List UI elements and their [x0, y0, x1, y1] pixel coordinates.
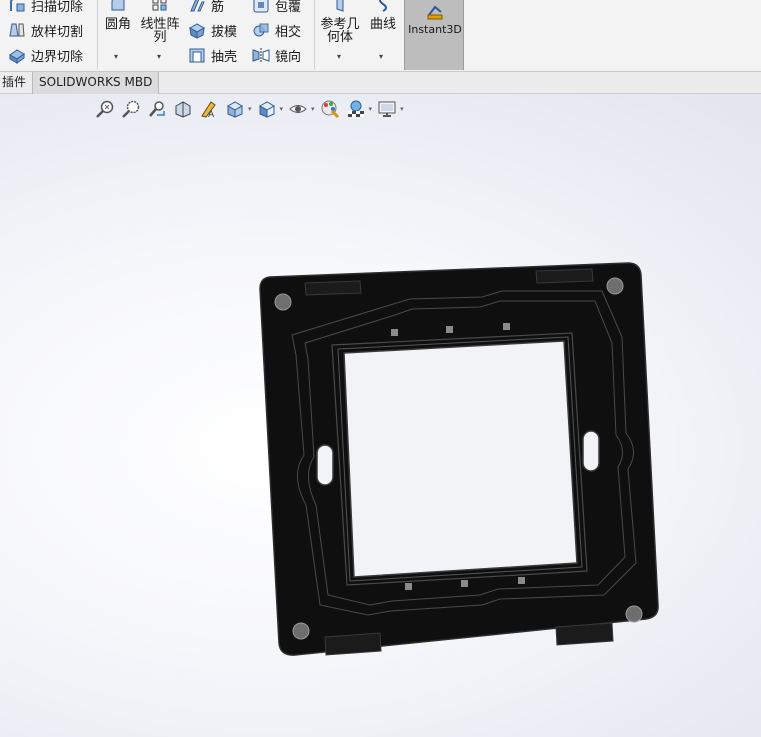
boundary-cut-label: 边界切除 [31, 49, 84, 65]
loft-cut-icon [8, 21, 26, 39]
previous-view-icon[interactable] [146, 98, 168, 120]
command-manager-ribbon: 扫描切除 放样切割 边界切除 圆角 ▾ 线性阵 列 ▾ 筋 拔模 抽壳 包覆 相… [0, 0, 761, 72]
mirror-button[interactable]: 镜向 [252, 44, 301, 66]
frame-body [259, 262, 659, 656]
curves-button[interactable]: 曲线 [366, 0, 400, 31]
view-settings-caret[interactable]: ▾ [400, 105, 404, 113]
draft-icon [188, 21, 206, 39]
curves-label: 曲线 [369, 17, 396, 32]
tab-add-ins[interactable]: 插件 [0, 72, 34, 94]
svg-text:A: A [208, 110, 215, 119]
draft-button[interactable]: 拔模 [188, 19, 237, 41]
zoom-to-fit-icon[interactable] [94, 98, 116, 120]
rib-label: 筋 [211, 0, 225, 15]
reference-geometry-label-line2: 何体 [326, 30, 353, 45]
instant3d-label: Instant3D [408, 23, 462, 36]
ribbon-separator [97, 0, 98, 70]
shell-icon [188, 46, 206, 64]
apply-scene-caret[interactable]: ▾ [369, 105, 373, 113]
sweep-cut-button[interactable]: 扫描切除 [8, 0, 83, 16]
draft-label: 拔模 [211, 24, 238, 40]
tab-solidworks-mbd[interactable]: SOLIDWORKS MBD [32, 72, 160, 94]
edit-appearance-icon[interactable] [319, 98, 341, 120]
loft-cut-button[interactable]: 放样切割 [8, 19, 83, 41]
wrap-label: 包覆 [275, 0, 302, 15]
rib-icon [188, 0, 206, 14]
display-style-caret[interactable]: ▾ [280, 105, 284, 113]
intersect-button[interactable]: 相交 [252, 19, 301, 41]
linear-pattern-icon [151, 0, 169, 12]
display-style-icon[interactable] [256, 98, 278, 120]
linear-pattern-label-line2: 列 [153, 30, 167, 45]
reference-geometry-dropdown-caret[interactable]: ▾ [337, 52, 341, 61]
part-model[interactable] [250, 255, 665, 665]
fillet-dropdown-caret[interactable]: ▾ [114, 52, 118, 61]
mirror-label: 镜向 [275, 49, 302, 65]
view-settings-icon[interactable] [376, 98, 398, 120]
sweep-cut-icon [8, 0, 26, 14]
zoom-to-area-icon[interactable] [120, 98, 142, 120]
intersect-icon [252, 21, 270, 39]
linear-pattern-button[interactable]: 线性阵 列 [138, 0, 182, 44]
command-manager-tabs: 插件 SOLIDWORKS MBD [0, 72, 761, 94]
wrap-button[interactable]: 包覆 [252, 0, 301, 16]
curves-dropdown-caret[interactable]: ▾ [379, 52, 383, 61]
sweep-cut-label: 扫描切除 [31, 0, 84, 15]
curves-icon [374, 0, 392, 12]
apply-scene-icon[interactable] [345, 98, 367, 120]
view-orientation-icon[interactable] [224, 98, 246, 120]
heads-up-view-toolbar: A ▾ ▾ ▾ ▾ ▾ [94, 98, 408, 120]
rib-button[interactable]: 筋 [188, 0, 224, 16]
reference-geometry-icon [331, 0, 349, 12]
hide-show-items-caret[interactable]: ▾ [311, 105, 315, 113]
instant3d-button[interactable]: Instant3D [404, 0, 464, 70]
intersect-label: 相交 [275, 24, 302, 40]
fillet-icon [109, 0, 127, 12]
view-orientation-caret[interactable]: ▾ [248, 105, 252, 113]
hide-show-items-icon[interactable] [287, 98, 309, 120]
fillet-button[interactable]: 圆角 [102, 0, 134, 31]
ribbon-separator [314, 0, 315, 70]
boundary-cut-button[interactable]: 边界切除 [8, 44, 83, 66]
linear-pattern-dropdown-caret[interactable]: ▾ [157, 52, 161, 61]
fillet-label: 圆角 [104, 17, 131, 32]
shell-label: 抽壳 [211, 49, 238, 65]
dynamic-annotation-icon[interactable]: A [198, 98, 220, 120]
boundary-cut-icon [8, 46, 26, 64]
loft-cut-label: 放样切割 [31, 24, 84, 40]
wrap-icon [252, 0, 270, 14]
instant3d-icon [426, 3, 444, 21]
reference-geometry-button[interactable]: 参考几 何体 [318, 0, 362, 44]
mirror-icon [252, 46, 270, 64]
section-view-icon[interactable] [172, 98, 194, 120]
shell-button[interactable]: 抽壳 [188, 44, 237, 66]
